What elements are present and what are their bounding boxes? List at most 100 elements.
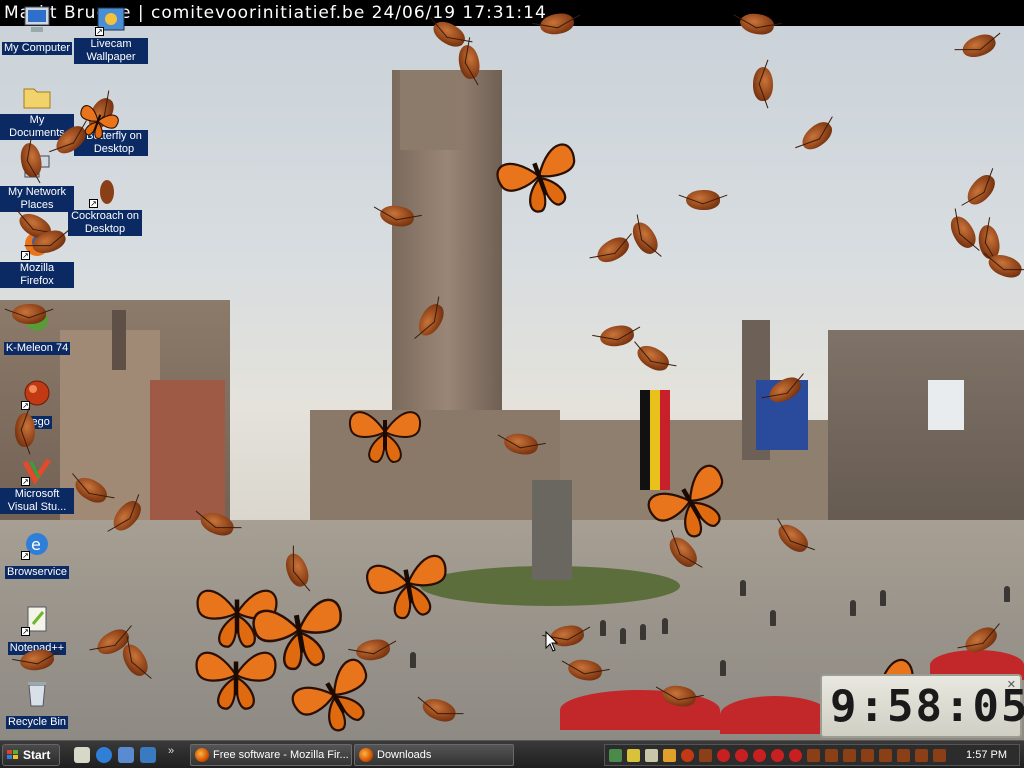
ie-icon: e ↗ [21,528,53,560]
pedestrian [1004,586,1010,602]
media-player-icon[interactable] [140,747,156,763]
pedestrian [770,610,776,626]
shortcut-arrow-icon: ↗ [21,627,30,636]
tray-app-icon[interactable] [897,749,910,762]
shortcut-arrow-icon: ↗ [21,551,30,560]
tray-app-icon[interactable] [735,749,748,762]
pego-icon: ↗ [21,378,53,410]
pedestrian [662,618,668,634]
tray-app-icon[interactable] [681,749,694,762]
icon-label: Mozilla Firefox [0,262,74,288]
tray-app-icon[interactable] [825,749,838,762]
shortcut-arrow-icon: ↗ [21,477,30,486]
task-button-downloads[interactable]: Downloads [354,744,514,766]
system-tray: 1:57 PM [604,744,1020,766]
shortcut-arrow-icon: ↗ [21,251,30,260]
icon-label: My Network Places [0,186,74,212]
cockroach-sprite [686,190,720,210]
tray-app-icon[interactable] [753,749,766,762]
icon-label: Livecam Wallpaper [74,38,148,64]
butterfly-sprite [353,530,463,635]
start-label: Start [23,748,51,762]
tray-app-icon[interactable] [879,749,892,762]
far-right-buildings [828,330,1024,540]
desktop-icon-visual-studio[interactable]: ↗ Microsoft Visual Stu... [0,454,74,515]
cockroach-app-icon: ↗ [89,176,121,208]
red-umbrella [720,696,830,734]
firefox-icon [359,748,373,762]
desktop-icon-my-computer[interactable]: My Computer [0,4,74,56]
recycle-bin-icon [21,678,53,710]
tray-app-icon[interactable] [807,749,820,762]
pedestrian [620,628,626,644]
pedestrian [720,660,726,676]
tray-app-icon[interactable] [609,749,622,762]
icon-label: Microsoft Visual Stu... [0,488,74,514]
cockroach-sprite [15,413,35,447]
clock-widget[interactable]: 9:58:05 ✕ [820,674,1024,738]
left-spire [112,310,126,370]
cockroach-sprite [753,67,773,101]
livecam-icon: ↗ [95,4,127,36]
taskbar: Start » Free software - Mozilla Fir... D… [0,740,1024,768]
statue [532,480,572,580]
pedestrian [850,600,856,616]
butterfly-sprite [330,392,440,472]
icon-label: My Computer [1,42,73,55]
desktop-icon-cockroach-on-desktop[interactable]: ↗ Cockroach on Desktop [68,176,142,237]
pedestrian [880,590,886,606]
visual-studio-icon: ↗ [21,454,53,486]
tray-app-icon[interactable] [915,749,928,762]
icon-label: K-Meleon 74 [3,342,71,355]
ie-icon[interactable] [96,747,112,763]
start-button[interactable]: Start [2,744,60,766]
icon-label: Browservice [5,566,69,579]
pedestrian [600,620,606,636]
shortcut-arrow-icon: ↗ [95,27,104,36]
folder-icon [21,80,53,112]
livecam-wallpaper [0,0,1024,740]
task-label: Free software - Mozilla Fir... [213,749,349,761]
svg-text:e: e [31,535,41,554]
shortcut-arrow-icon: ↗ [89,199,98,208]
tray-app-icon[interactable] [645,749,658,762]
left-gable [60,330,160,530]
tray-clock[interactable]: 1:57 PM [966,745,1007,766]
tray-app-icon[interactable] [933,749,946,762]
tray-app-icon[interactable] [717,749,730,762]
tray-app-icon[interactable] [771,749,784,762]
desktop-icon-pego[interactable]: ↗ Pego [0,378,74,430]
desktop-icon-notepad-plus-plus[interactable]: ↗ Notepad++ [0,604,74,656]
icon-label: Cockroach on Desktop [68,210,142,236]
task-button-firefox[interactable]: Free software - Mozilla Fir... [190,744,352,766]
show-desktop-icon[interactable] [74,747,90,763]
desktop-icon-my-documents[interactable]: My Documents [0,80,74,141]
webcam-caption-banner: Markt Brugge | comitevoorinitiatief.be 2… [0,0,1024,26]
windows-logo-icon [7,750,19,760]
outlook-icon[interactable] [118,747,134,763]
firefox-icon [195,748,209,762]
close-icon[interactable]: ✕ [1007,678,1016,691]
tray-app-icon[interactable] [699,749,712,762]
tray-app-icon[interactable] [663,749,676,762]
notepad-icon: ↗ [21,604,53,636]
task-label: Downloads [377,749,432,761]
pedestrian [740,580,746,596]
icon-label: Recycle Bin [5,716,69,729]
pedestrian [410,652,416,668]
cockroach-sprite [12,304,46,324]
desktop-icon-browservice[interactable]: e ↗ Browservice [0,528,74,580]
desktop-icon-recycle-bin[interactable]: Recycle Bin [0,678,74,730]
pedestrian [640,624,646,640]
tray-app-icon[interactable] [843,749,856,762]
desktop-icon-livecam-wallpaper[interactable]: ↗ Livecam Wallpaper [74,4,148,65]
clock-digits: 9:58:05 [830,681,1024,732]
belfry-top [400,70,462,150]
tray-app-icon[interactable] [627,749,640,762]
butterfly-sprite [186,630,286,720]
mouse-pointer-icon [545,631,559,652]
computer-icon [21,4,53,36]
quick-launch-overflow-icon[interactable]: » [168,745,174,757]
tray-app-icon[interactable] [861,749,874,762]
tray-app-icon[interactable] [789,749,802,762]
